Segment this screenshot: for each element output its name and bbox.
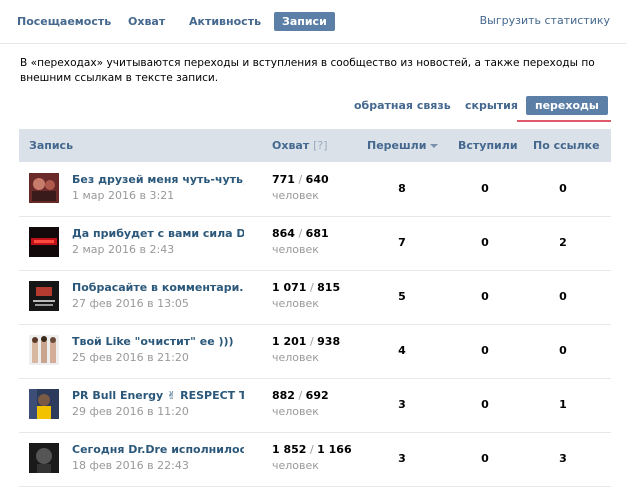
column-reach[interactable]: Охват [?] <box>272 139 327 152</box>
post-thumbnail[interactable] <box>29 335 59 365</box>
sort-desc-icon <box>430 144 439 148</box>
table-row: Да прибудет с вами сила D... 2 мар 2016 в… <box>19 216 611 271</box>
reach-total: 864 <box>272 227 295 240</box>
post-title-link[interactable]: Твой Like "очистит" ее ))) <box>72 335 244 348</box>
clicks-count: 3 <box>398 398 406 411</box>
reach-separator: / <box>294 389 306 402</box>
column-joined[interactable]: Вступили <box>458 139 518 152</box>
reach-subscribers: 681 <box>305 227 329 240</box>
table-row: PR Bull Energy ✌ RESPECT T... 29 фев 2016… <box>19 378 611 433</box>
joined-count: 0 <box>481 344 489 357</box>
joined-count: 0 <box>481 236 489 249</box>
post-date[interactable]: 27 фев 2016 в 13:05 <box>72 297 189 310</box>
reach-total: 1 852 <box>272 443 307 456</box>
reach-subscribers: 815 <box>317 281 341 294</box>
joined-count: 0 <box>481 182 489 195</box>
post-date[interactable]: 1 мар 2016 в 3:21 <box>72 189 174 202</box>
export-stats-link[interactable]: Выгрузить статистику <box>480 14 610 27</box>
reach-total: 882 <box>272 389 295 402</box>
tab-attendance[interactable]: Посещаемость <box>9 12 119 31</box>
reach-separator: / <box>294 173 306 186</box>
subtab-transitions[interactable]: переходы <box>526 96 608 115</box>
post-thumbnail[interactable] <box>29 443 59 473</box>
reach-unit: человек <box>272 405 319 418</box>
column-clicks-label: Перешли <box>367 139 427 152</box>
subtab-feedback[interactable]: обратная связь <box>345 96 460 115</box>
reach-separator: / <box>306 335 318 348</box>
reach-subscribers: 692 <box>305 389 329 402</box>
post-thumbnail[interactable] <box>29 281 59 311</box>
clicks-count: 5 <box>398 290 406 303</box>
joined-count: 0 <box>481 290 489 303</box>
reach-total: 771 <box>272 173 295 186</box>
reach-value: 1 071 / 815 <box>272 281 340 294</box>
reach-total: 1 071 <box>272 281 307 294</box>
column-post: Запись <box>29 139 74 152</box>
post-thumbnail[interactable] <box>29 389 59 419</box>
reach-unit: человек <box>272 243 319 256</box>
post-title-link[interactable]: Да прибудет с вами сила D... <box>72 227 244 240</box>
link-clicks-count: 2 <box>559 236 567 249</box>
clicks-count: 7 <box>398 236 406 249</box>
link-clicks-count: 1 <box>559 398 567 411</box>
reach-subscribers: 1 166 <box>317 443 352 456</box>
post-title-link[interactable]: PR Bull Energy ✌ RESPECT T... <box>72 389 244 402</box>
reach-unit: человек <box>272 351 319 364</box>
help-icon[interactable]: [?] <box>313 139 327 152</box>
table-header: Запись Охват [?] Перешли Вступили По ссы… <box>19 129 611 162</box>
reach-value: 771 / 640 <box>272 173 329 186</box>
table-row: Побрасайте в комментари... 27 фев 2016 в … <box>19 270 611 325</box>
reach-separator: / <box>306 443 318 456</box>
reach-subscribers: 938 <box>317 335 341 348</box>
column-reach-label: Охват <box>272 139 310 152</box>
joined-count: 0 <box>481 452 489 465</box>
link-clicks-count: 3 <box>559 452 567 465</box>
reach-unit: человек <box>272 459 319 472</box>
tab-posts[interactable]: Записи <box>274 12 335 31</box>
reach-separator: / <box>294 227 306 240</box>
column-by-link[interactable]: По ссылке <box>533 139 600 152</box>
tab-reach[interactable]: Охват <box>120 12 173 31</box>
post-thumbnail[interactable] <box>29 173 59 203</box>
column-clicks[interactable]: Перешли <box>367 139 439 152</box>
reach-total: 1 201 <box>272 335 307 348</box>
reach-value: 1 201 / 938 <box>272 335 340 348</box>
post-title-link[interactable]: Сегодня Dr.Dre исполнилос... <box>72 443 244 456</box>
reach-unit: человек <box>272 297 319 310</box>
reach-value: 864 / 681 <box>272 227 329 240</box>
post-thumbnail[interactable] <box>29 227 59 257</box>
link-clicks-count: 0 <box>559 182 567 195</box>
reach-value: 1 852 / 1 166 <box>272 443 352 456</box>
clicks-count: 8 <box>398 182 406 195</box>
reach-subscribers: 640 <box>305 173 329 186</box>
post-date[interactable]: 25 фев 2016 в 21:20 <box>72 351 189 364</box>
clicks-count: 4 <box>398 344 406 357</box>
reach-value: 882 / 692 <box>272 389 329 402</box>
table-row: Твой Like "очистит" ее ))) 25 фев 2016 в … <box>19 324 611 379</box>
top-navigation: Посещаемость Охват Активность Записи Выг… <box>0 0 626 44</box>
link-clicks-count: 0 <box>559 344 567 357</box>
post-title-link[interactable]: Побрасайте в комментари... <box>72 281 244 294</box>
clicks-count: 3 <box>398 452 406 465</box>
reach-separator: / <box>306 281 318 294</box>
active-subtab-underline <box>517 120 611 122</box>
info-text: В «переходах» учитываются переходы и вст… <box>20 57 595 84</box>
post-title-link[interactable]: Без друзей меня чуть-чуть,... <box>72 173 244 186</box>
post-date[interactable]: 2 мар 2016 в 2:43 <box>72 243 174 256</box>
joined-count: 0 <box>481 398 489 411</box>
post-date[interactable]: 18 фев 2016 в 22:43 <box>72 459 189 472</box>
table-row: Без друзей меня чуть-чуть,... 1 мар 2016 … <box>19 162 611 217</box>
table-row: Сегодня Dr.Dre исполнилос... 18 фев 2016 … <box>19 432 611 487</box>
subtab-hides[interactable]: скрытия <box>456 96 527 115</box>
link-clicks-count: 0 <box>559 290 567 303</box>
reach-unit: человек <box>272 189 319 202</box>
post-date[interactable]: 29 фев 2016 в 11:20 <box>72 405 189 418</box>
tab-activity[interactable]: Активность <box>181 12 269 31</box>
